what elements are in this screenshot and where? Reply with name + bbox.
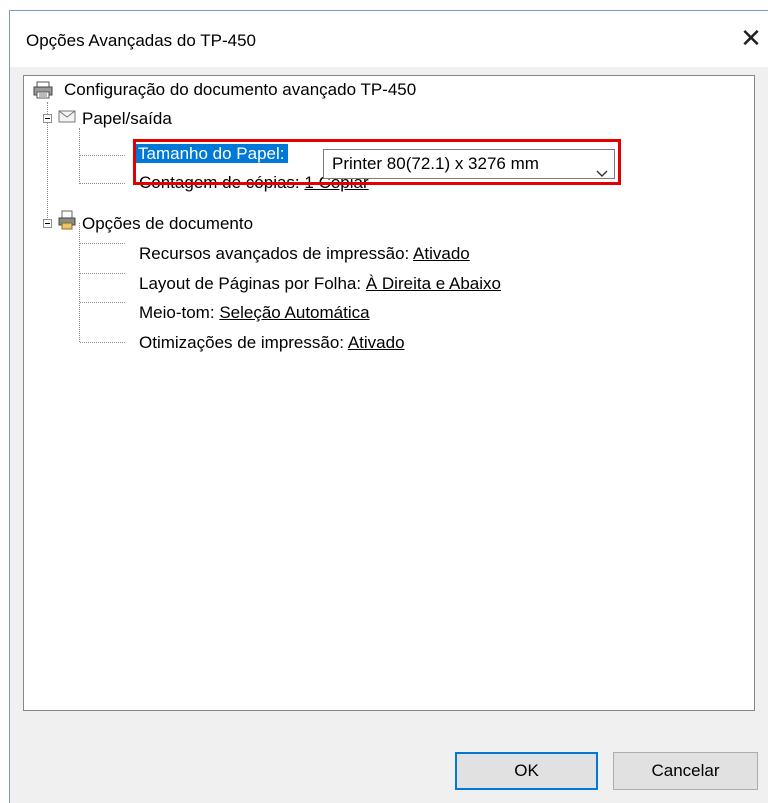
paper-icon bbox=[56, 106, 78, 126]
collapse-toggle-paper[interactable] bbox=[43, 114, 52, 123]
option-label: Recursos avançados de impressão: bbox=[139, 244, 410, 263]
tree-line bbox=[80, 302, 125, 303]
option-value[interactable]: Ativado bbox=[348, 333, 405, 352]
tree-line bbox=[80, 243, 125, 244]
tree-item-document-options[interactable]: Opções de documento bbox=[82, 212, 253, 236]
option-row-page-layout[interactable]: Layout de Páginas por Folha: À Direita e… bbox=[139, 272, 501, 296]
tree-item-paper-output[interactable]: Papel/saída bbox=[82, 107, 172, 131]
option-label: Layout de Páginas por Folha: bbox=[139, 274, 362, 293]
option-value[interactable]: À Direita e Abaixo bbox=[366, 274, 501, 293]
tree-root-label[interactable]: Configuração do documento avançado TP-45… bbox=[64, 78, 416, 102]
highlight-box bbox=[133, 139, 621, 185]
tree-line bbox=[80, 183, 125, 184]
tree-line bbox=[80, 273, 125, 274]
option-label: Meio-tom: bbox=[139, 303, 215, 322]
option-row-print-optimizations[interactable]: Otimizações de impressão: Ativado bbox=[139, 331, 405, 355]
printer-icon bbox=[32, 80, 54, 100]
option-label: Otimizações de impressão: bbox=[139, 333, 345, 352]
ok-button[interactable]: OK bbox=[455, 752, 598, 790]
tree-line bbox=[79, 223, 80, 342]
option-row-halftone[interactable]: Meio-tom: Seleção Automática bbox=[139, 301, 370, 325]
collapse-toggle-document[interactable] bbox=[43, 219, 52, 228]
option-value[interactable]: Seleção Automática bbox=[219, 303, 369, 322]
title-bar: Opções Avançadas do TP-450 ✕ bbox=[10, 11, 768, 67]
close-icon[interactable]: ✕ bbox=[738, 25, 764, 51]
tree-line bbox=[80, 155, 125, 156]
option-row-advanced-features[interactable]: Recursos avançados de impressão: Ativado bbox=[139, 242, 470, 266]
dialog-title: Opções Avançadas do TP-450 bbox=[26, 31, 256, 50]
document-options-icon bbox=[56, 210, 78, 230]
option-value[interactable]: Ativado bbox=[413, 244, 470, 263]
tree-line bbox=[79, 128, 80, 184]
cancel-button[interactable]: Cancelar bbox=[613, 752, 758, 790]
tree-line bbox=[80, 342, 125, 343]
